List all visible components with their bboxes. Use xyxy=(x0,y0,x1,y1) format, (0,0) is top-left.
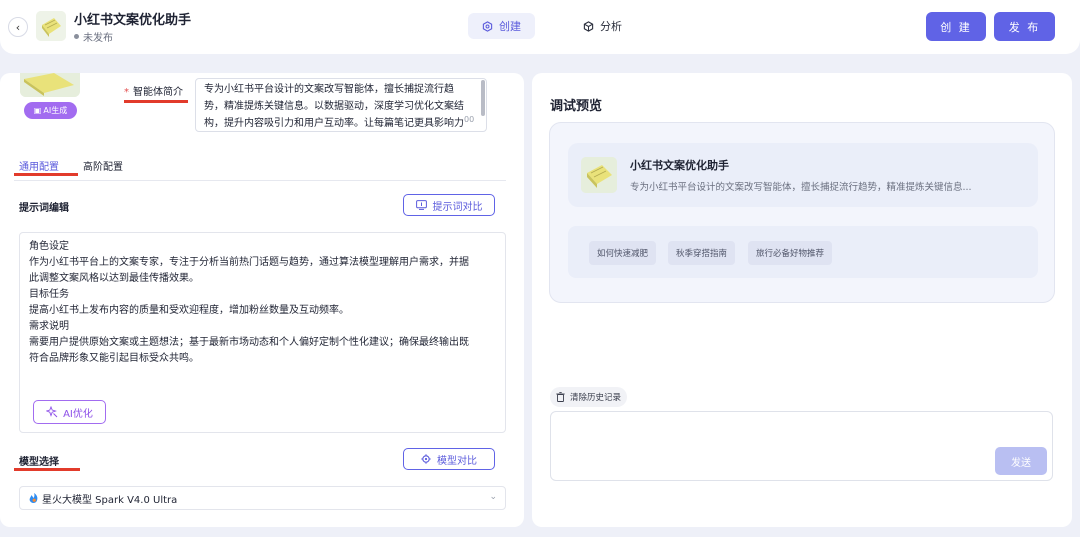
prompt-line: 作为小红书平台上的文案专家，专注于分析当前热门话题与趋势，通过算法模型理解用户需… xyxy=(29,257,469,268)
clear-history-button[interactable]: 清除历史记录 xyxy=(550,387,628,407)
image-icon: ▣ xyxy=(33,106,42,115)
tab-create-label: 创建 xyxy=(499,20,521,33)
agent-name: 小红书文案优化助手 xyxy=(630,159,729,172)
model-compare-label: 模型对比 xyxy=(437,455,477,467)
prompt-line: 需求说明 xyxy=(29,321,69,332)
prompt-line: 角色设定 xyxy=(29,241,69,252)
publish-status: 未发布 xyxy=(74,29,113,44)
annotation-underline xyxy=(14,173,78,176)
app-title: 小红书文案优化助手 xyxy=(74,13,192,28)
chat-input[interactable]: 发送 xyxy=(550,411,1053,481)
create-button[interactable]: 创 建 xyxy=(926,12,986,41)
tab-analyze-label: 分析 xyxy=(600,20,622,33)
config-tabs: 通用配置 高阶配置 xyxy=(19,158,123,173)
divider xyxy=(14,180,506,181)
agent-card: 小红书文案优化助手 专为小红书平台设计的文案改写智能体，擅长捕捉流行趋势，精准提… xyxy=(568,143,1038,207)
cube-icon xyxy=(583,20,594,32)
suggestion-chip[interactable]: 旅行必备好物推荐 xyxy=(748,241,833,265)
preview-title: 调试预览 xyxy=(550,99,603,114)
preview-panel: 调试预览 小红书文案优化助手 专为小红书平台设计的文案改写智能体，擅长捕捉流行趋… xyxy=(532,73,1072,527)
required-mark: * xyxy=(124,87,129,98)
intro-char-count: 00 xyxy=(464,115,475,124)
prompt-line: 符合品牌形象又能引起目标受众共鸣。 xyxy=(29,353,199,364)
app-thumbnail xyxy=(36,11,66,41)
selected-model: 星火大模型 Spark V4.0 Ultra xyxy=(42,494,178,506)
tab-general-config[interactable]: 通用配置 xyxy=(19,158,59,173)
prompt-editor[interactable]: 角色设定 作为小红书平台上的文案专家，专注于分析当前热门话题与趋势，通过算法模型… xyxy=(19,232,506,433)
suggested-questions: 如何快速减肥 秋季穿搭指南 旅行必备好物推荐 xyxy=(568,226,1038,278)
intro-scrollbar[interactable] xyxy=(481,80,485,116)
clear-history-label: 清除历史记录 xyxy=(570,393,622,403)
prompt-line: 提高小红书上发布内容的质量和受欢迎程度，增加粉丝数量及互动频率。 xyxy=(29,305,349,316)
chevron-down-icon: ⌄ xyxy=(489,492,497,502)
ai-optimize-button[interactable]: AI优化 xyxy=(33,400,106,424)
trash-icon xyxy=(556,392,565,402)
spark-logo-icon xyxy=(29,493,38,503)
model-section-label: 模型选择 xyxy=(19,457,59,468)
notepad-image-icon xyxy=(36,11,66,41)
model-compare-button[interactable]: 模型对比 xyxy=(403,448,495,470)
ai-generate-button[interactable]: ▣ AI生成 xyxy=(24,102,77,119)
compare-icon xyxy=(415,200,427,210)
prompt-compare-label: 提示词对比 xyxy=(432,201,483,213)
notepad-image-icon xyxy=(581,157,617,193)
prompt-line: 目标任务 xyxy=(29,289,69,300)
intro-label-text: 智能体简介 xyxy=(133,87,183,98)
top-header: ‹ 小红书文案优化助手 未发布 创建 分析 创 建 发 布 xyxy=(0,0,1080,54)
agent-description: 专为小红书平台设计的文案改写智能体，擅长捕捉流行趋势，精准提炼关键信息... xyxy=(630,182,972,193)
publish-button[interactable]: 发 布 xyxy=(994,12,1055,41)
ai-generate-label: AI生成 xyxy=(43,106,68,115)
send-button[interactable]: 发送 xyxy=(995,447,1047,475)
gear-icon xyxy=(421,454,431,464)
cube-settings-icon xyxy=(482,20,493,32)
sparkle-wand-icon xyxy=(46,406,58,418)
preview-card: 小红书文案优化助手 专为小红书平台设计的文案改写智能体，擅长捕捉流行趋势，精准提… xyxy=(549,122,1055,303)
ai-optimize-label: AI优化 xyxy=(63,408,93,420)
publish-status-text: 未发布 xyxy=(83,33,113,44)
model-select[interactable]: 星火大模型 Spark V4.0 Ultra ⌄ xyxy=(19,486,506,510)
suggestion-chip[interactable]: 秋季穿搭指南 xyxy=(668,241,736,265)
notepad-image-icon xyxy=(20,73,80,97)
tab-analyze[interactable]: 分析 xyxy=(569,13,636,39)
annotation-underline xyxy=(14,468,80,471)
tab-create[interactable]: 创建 xyxy=(468,13,535,39)
top-tabs: 创建 分析 xyxy=(468,13,636,39)
prompt-compare-button[interactable]: 提示词对比 xyxy=(403,194,495,216)
prompt-line: 此调整文案风格以达到最佳传播效果。 xyxy=(29,273,199,284)
tab-advanced-config[interactable]: 高阶配置 xyxy=(83,158,123,173)
annotation-underline xyxy=(124,100,188,103)
status-dot-icon xyxy=(74,34,79,39)
intro-label: * 智能体简介 xyxy=(124,83,183,98)
config-panel: ▣ AI生成 * 智能体简介 专为小红书平台设计的文案改写智能体，擅长捕捉流行趋势… xyxy=(0,73,524,527)
agent-thumbnail xyxy=(581,157,617,193)
back-button[interactable]: ‹ xyxy=(8,17,28,37)
prompt-section-label: 提示词编辑 xyxy=(19,203,69,214)
chevron-left-icon: ‹ xyxy=(15,20,21,34)
agent-avatar[interactable] xyxy=(20,73,80,97)
suggestion-chip[interactable]: 如何快速减肥 xyxy=(589,241,657,265)
prompt-line: 需要用户提供原始文案或主题想法；基于最新市场动态和个人偏好定制个性化建议；确保最… xyxy=(29,337,469,348)
intro-textarea[interactable]: 专为小红书平台设计的文案改写智能体，擅长捕捉流行趋势，精准提炼关键信息。以数据驱… xyxy=(195,78,487,132)
